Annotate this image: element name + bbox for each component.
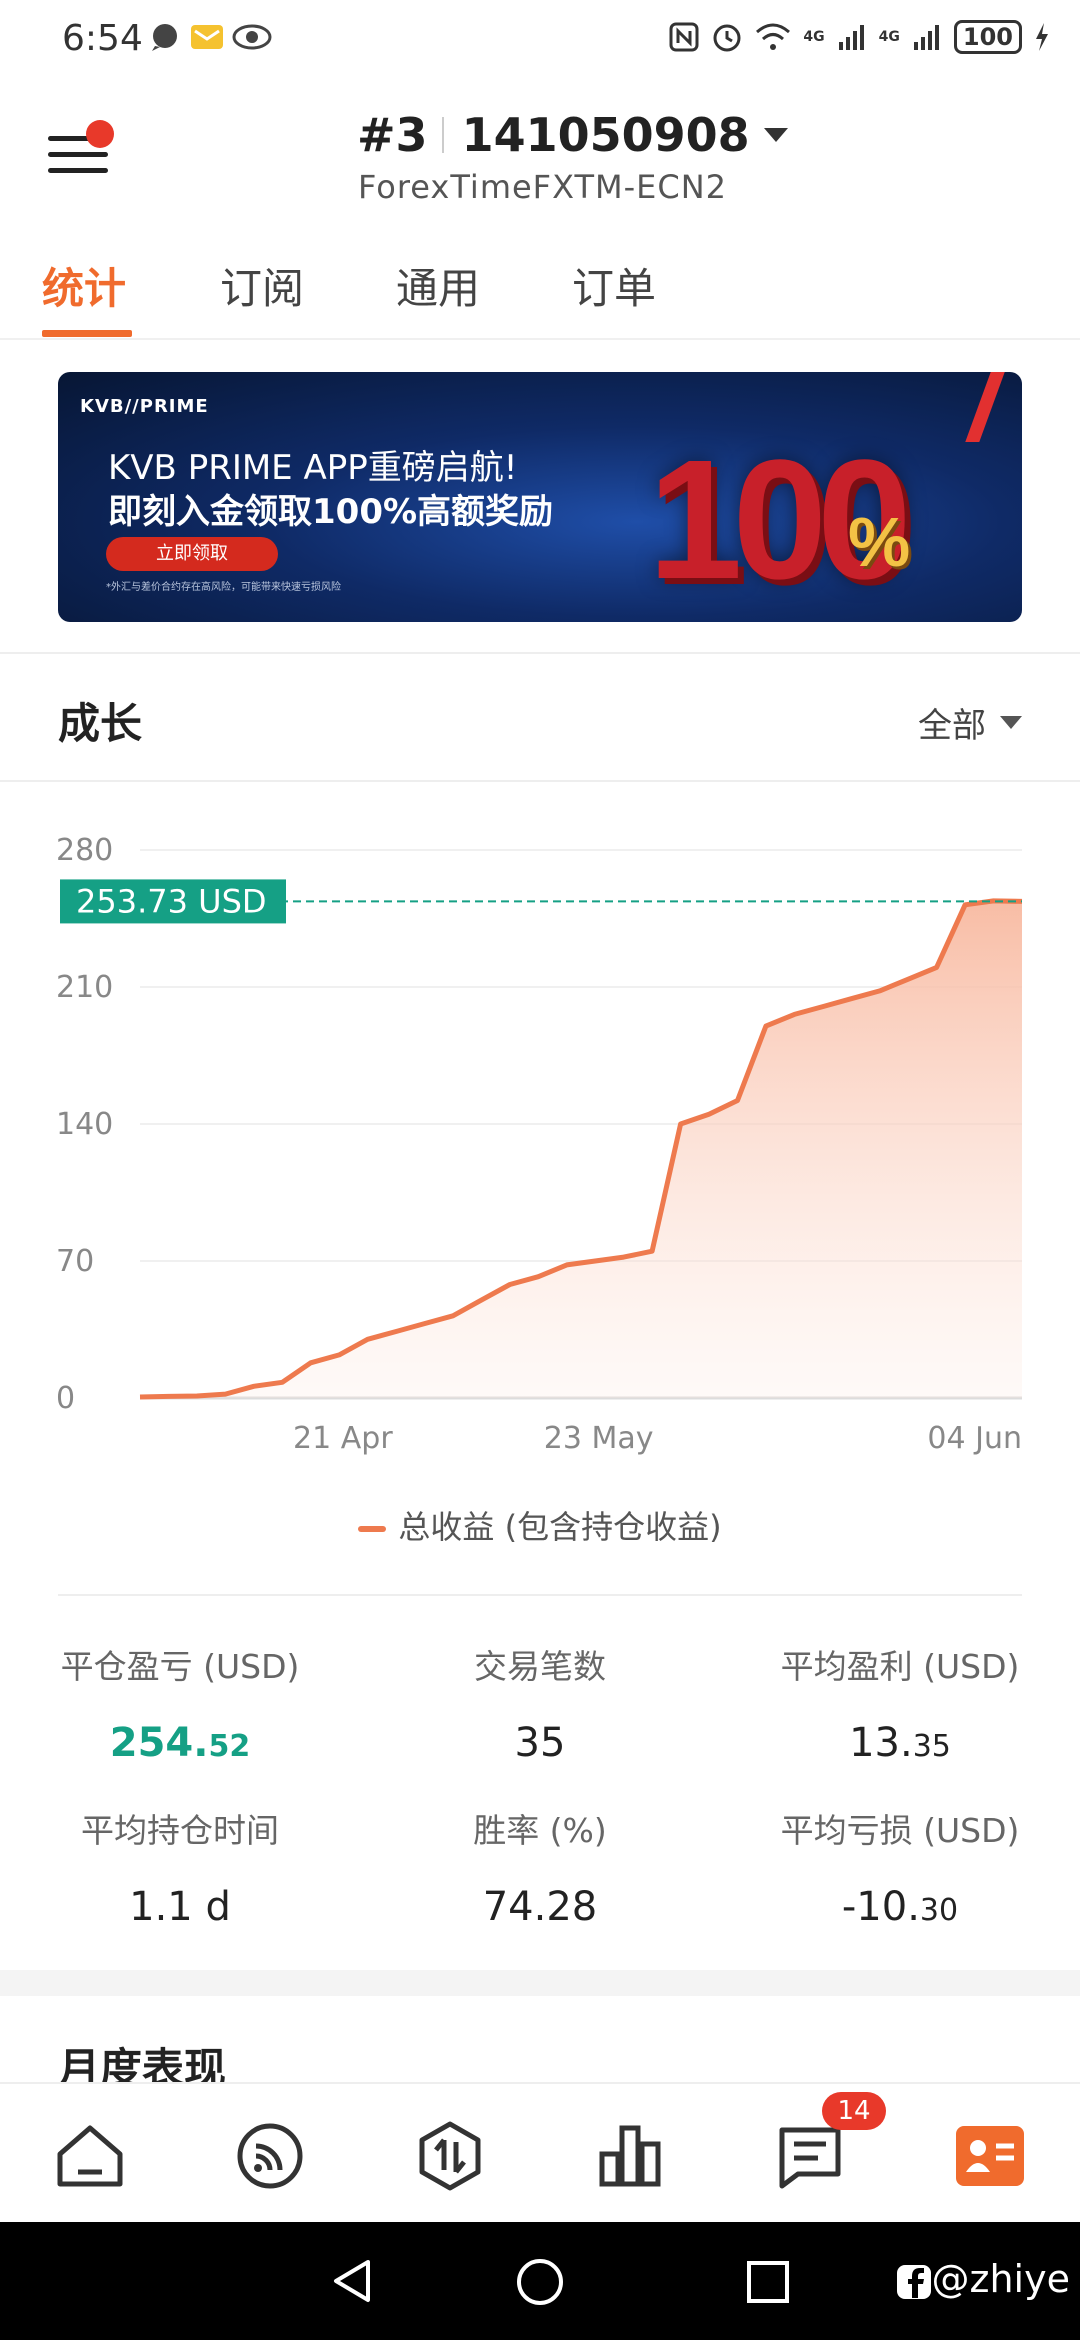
stat-avg-loss: 平均亏损 (USD) -10.30 <box>720 1804 1080 1930</box>
stat-label: 平均亏损 (USD) <box>780 1811 1020 1850</box>
growth-chart[interactable]: 253.73 USD 0 70 140 210 280 21 Apr 23 May 04 Ju… <box>0 800 1080 1560</box>
alarm-icon <box>713 24 741 52</box>
stat-label: 胜率 (%) <box>473 1811 607 1850</box>
messages-badge: 14 <box>822 2092 886 2130</box>
mail-icon <box>191 25 223 49</box>
x-tick-label: 04 Jun <box>927 1421 1022 1456</box>
notification-dot <box>86 120 114 148</box>
x-tick-label: 21 Apr <box>293 1421 393 1456</box>
chart-legend: 总收益 (包含持仓收益) <box>0 1502 1080 1548</box>
y-tick-label: 210 <box>56 970 113 1005</box>
section-divider <box>0 1970 1080 1996</box>
status-time: 6:54 <box>62 18 143 59</box>
trade-icon[interactable] <box>414 2120 486 2192</box>
banner-headline: KVB PRIME APP重磅启航! <box>108 448 518 488</box>
current-value-label: 253.73 USD <box>76 882 267 920</box>
legend-swatch <box>358 1526 387 1532</box>
battery-indicator: 100 <box>953 20 1022 54</box>
stat-value: 1.1 d <box>129 1884 231 1930</box>
promo-banner[interactable]: KVB//PRIME KVB PRIME APP重磅启航! 即刻入金领取100%… <box>58 372 1022 622</box>
stat-value: 35 <box>514 1720 566 1766</box>
divider <box>58 1594 1022 1596</box>
messages-icon[interactable] <box>774 2120 846 2192</box>
banner-stripe <box>965 372 1005 442</box>
tab-subscribe[interactable]: 订阅 <box>220 255 304 316</box>
tab-bar: 统计 订阅 通用 订单 <box>0 245 1080 340</box>
home-nav-icon[interactable] <box>516 2258 564 2306</box>
area-fill <box>140 900 1022 1398</box>
stat-label: 平仓盈亏 (USD) <box>60 1647 300 1686</box>
legend-label: 总收益 (包含持仓收益) <box>398 1508 722 1546</box>
home-icon[interactable] <box>54 2120 126 2192</box>
stat-value: 13.35 <box>849 1720 951 1766</box>
banner-percent: % <box>848 503 911 581</box>
growth-title: 成长 <box>58 699 143 748</box>
banner-logo: KVB//PRIME <box>80 396 209 417</box>
network-label-2: 4G <box>878 29 900 45</box>
y-tick-label: 0 <box>56 1381 75 1416</box>
stat-avg-profit: 平均盈利 (USD) 13.35 <box>720 1640 1080 1766</box>
bottom-nav <box>0 2082 1080 2222</box>
eye-icon <box>232 24 272 50</box>
account-index: #3 <box>357 108 428 162</box>
banner-subheadline: 即刻入金领取100%高额奖励 <box>108 492 554 532</box>
stat-value: 74.28 <box>482 1884 598 1930</box>
watermark: @zhiye <box>896 2257 1070 2301</box>
y-tick-label: 280 <box>56 833 113 868</box>
nfc-icon <box>669 22 699 52</box>
broker-server: ForexTimeFXTM-ECN2 <box>358 168 727 206</box>
facebook-icon <box>896 2264 931 2299</box>
signal-icon-2 <box>913 25 939 50</box>
network-label-1: 4G <box>803 29 825 45</box>
account-number: 141050908 <box>461 108 750 162</box>
chart-icon[interactable] <box>594 2120 666 2192</box>
caret-down-icon <box>763 128 788 142</box>
status-bar: 6:54 4G 4G 100 <box>0 0 1080 80</box>
profile-icon[interactable] <box>954 2120 1026 2192</box>
divider <box>0 652 1080 654</box>
active-tab-indicator <box>42 330 132 337</box>
account-header: #3 141050908 ForexTimeFXTM-ECN2 <box>0 90 1080 230</box>
status-icons: 4G 4G 100 <box>669 20 1050 54</box>
system-nav-bar: @zhiye <box>0 2222 1080 2340</box>
tab-orders[interactable]: 订单 <box>572 255 656 316</box>
banner-cta-button[interactable]: 立即领取 <box>106 537 278 571</box>
range-label: 全部 <box>918 706 986 746</box>
stat-avg-hold-time: 平均持仓时间 1.1 d <box>0 1804 360 1930</box>
stat-label: 平均盈利 (USD) <box>780 1647 1020 1686</box>
divider <box>0 780 1080 782</box>
x-tick-label: 23 May <box>544 1421 654 1456</box>
banner-disclaimer: *外汇与差价合约存在高风险，可能带来快速亏损风险 <box>106 582 341 593</box>
stat-label: 平均持仓时间 <box>81 1811 279 1850</box>
stat-value: 254.52 <box>109 1720 251 1766</box>
chat-bubble-icon <box>152 24 177 51</box>
stat-value: -10.30 <box>841 1884 959 1930</box>
tab-stats[interactable]: 统计 <box>42 255 126 316</box>
charging-icon <box>1036 23 1048 51</box>
stat-trade-count: 交易笔数 35 <box>360 1640 720 1766</box>
account-selector[interactable]: #3 141050908 <box>357 108 788 162</box>
stat-label: 交易笔数 <box>474 1647 606 1686</box>
range-selector[interactable]: 全部 <box>918 698 1022 747</box>
recents-icon[interactable] <box>746 2260 790 2304</box>
menu-button[interactable] <box>48 120 114 184</box>
tab-general[interactable]: 通用 <box>396 255 480 316</box>
back-icon[interactable] <box>330 2258 374 2304</box>
stat-win-rate: 胜率 (%) 74.28 <box>360 1804 720 1930</box>
feed-icon[interactable] <box>234 2120 306 2192</box>
y-tick-label: 140 <box>56 1107 113 1142</box>
stat-closed-pnl: 平仓盈亏 (USD) 254.52 <box>0 1640 360 1766</box>
y-tick-label: 70 <box>56 1244 94 1279</box>
signal-icon <box>838 25 864 50</box>
wifi-icon <box>756 23 791 50</box>
caret-down-icon <box>1000 716 1022 729</box>
